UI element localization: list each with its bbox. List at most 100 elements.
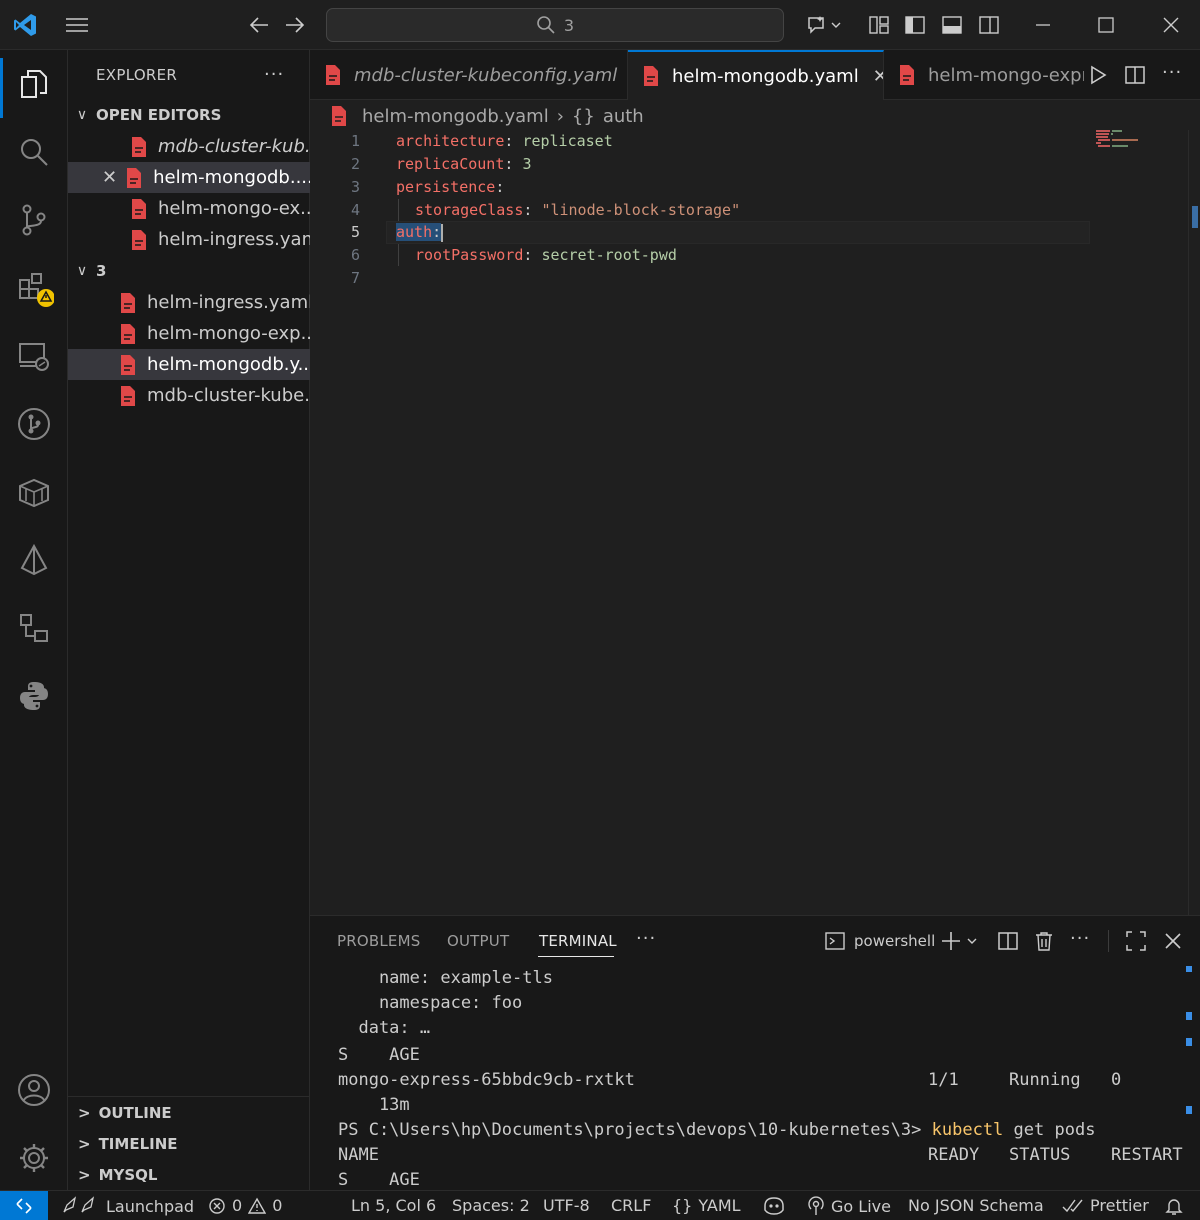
panel-more-icon[interactable]: ··· <box>636 928 656 949</box>
close-panel-icon[interactable] <box>1162 930 1184 952</box>
language-mode-status[interactable]: {} YAML <box>672 1196 741 1215</box>
close-window-icon[interactable] <box>1156 10 1186 40</box>
file-tree-item[interactable]: helm-ingress.yaml <box>68 287 310 318</box>
terminal-shell-selector[interactable]: powershell <box>824 930 935 952</box>
problems-status[interactable]: 0 0 <box>208 1196 282 1215</box>
menu-icon[interactable] <box>62 10 92 40</box>
outline-section[interactable]: > OUTLINE <box>78 1104 172 1122</box>
open-editor-item[interactable]: mdb-cluster-kub... <box>68 131 310 162</box>
python-icon[interactable] <box>14 676 54 716</box>
current-line-highlight <box>386 221 1090 244</box>
code-line: replicaCount: 3 <box>396 155 532 173</box>
vertical-scrollbar[interactable] <box>1188 130 1200 915</box>
more-actions-icon[interactable]: ··· <box>264 64 284 85</box>
terminal-line: NAME <box>338 1145 379 1165</box>
terminal-scrollbar[interactable] <box>1186 966 1192 1186</box>
customize-layout-icon[interactable] <box>864 10 894 40</box>
accounts-icon[interactable] <box>14 1070 54 1110</box>
database-explorer-icon[interactable] <box>14 608 54 648</box>
toggle-panel-icon[interactable] <box>937 10 967 40</box>
tab-output[interactable]: OUTPUT <box>447 932 509 950</box>
toggle-primary-sidebar-icon[interactable] <box>900 10 930 40</box>
trash-icon[interactable] <box>1033 930 1055 952</box>
launchpad-status[interactable]: Launchpad <box>60 1196 194 1216</box>
minimap[interactable] <box>1096 130 1156 150</box>
encoding-status[interactable]: UTF-8 <box>543 1196 590 1215</box>
yaml-file-icon <box>644 66 658 86</box>
timeline-section[interactable]: > TIMELINE <box>78 1135 178 1153</box>
open-editors-header[interactable]: ∨ OPEN EDITORS <box>68 100 310 130</box>
indentation-status[interactable]: Spaces: 2 <box>452 1196 530 1215</box>
breadcrumb-symbol[interactable]: auth <box>603 106 644 127</box>
run-icon[interactable] <box>1088 64 1108 86</box>
tab-helm-mongodb[interactable]: helm-mongodb.yaml ✕ <box>628 50 884 100</box>
file-tree-item-selected[interactable]: helm-mongodb.y... <box>68 349 310 380</box>
copilot-icon[interactable] <box>804 10 844 40</box>
docker-containers-icon[interactable] <box>14 472 54 512</box>
open-editor-item[interactable]: helm-mongo-ex... <box>68 193 310 224</box>
command-center-search[interactable]: 3 <box>326 8 784 42</box>
split-editor-icon[interactable] <box>1124 64 1146 86</box>
yaml-file-icon <box>332 106 346 126</box>
notifications-bell-icon[interactable] <box>1164 1196 1184 1216</box>
cursor-position-status[interactable]: Ln 5, Col 6 <box>351 1196 436 1215</box>
line-number: 3 <box>350 178 360 196</box>
more-actions-icon[interactable]: ··· <box>1162 62 1182 83</box>
file-tree-item[interactable]: mdb-cluster-kube... <box>68 380 310 411</box>
mysql-section[interactable]: > MYSQL <box>78 1166 157 1184</box>
breadcrumb-file[interactable]: helm-mongodb.yaml <box>362 106 549 127</box>
tab-mdb-cluster-kubeconfig[interactable]: mdb-cluster-kubeconfig.yaml ✕ <box>310 50 628 100</box>
yaml-file-icon <box>132 229 146 250</box>
double-check-icon <box>1062 1199 1083 1212</box>
activity-bar <box>0 50 68 1190</box>
terminal-prompt-line: PS C:\Users\hp\Documents\projects\devops… <box>338 1120 1096 1140</box>
yaml-file-icon <box>326 65 340 85</box>
maximize-icon[interactable] <box>1091 10 1121 40</box>
tab-terminal[interactable]: TERMINAL <box>539 932 617 950</box>
gitlens-icon[interactable] <box>14 404 54 444</box>
close-tab-icon[interactable]: ✕ <box>873 66 883 87</box>
yaml-file-icon <box>132 136 146 157</box>
go-live-status[interactable]: Go Live <box>807 1196 891 1216</box>
tab-helm-mongo-express[interactable]: helm-mongo-expr <box>884 50 1084 100</box>
settings-gear-icon[interactable] <box>14 1138 54 1178</box>
vscode-logo-icon[interactable] <box>10 10 40 40</box>
open-editor-item-active[interactable]: ✕ helm-mongodb.... <box>68 162 310 193</box>
yaml-file-icon <box>121 354 135 375</box>
toggle-secondary-sidebar-icon[interactable] <box>974 10 1004 40</box>
file-tree-item[interactable]: helm-mongo-exp... <box>68 318 310 349</box>
remote-indicator[interactable] <box>0 1191 48 1220</box>
copilot-status[interactable] <box>762 1196 786 1216</box>
terminal-header-status: STATUS <box>1009 1145 1071 1165</box>
prettier-status[interactable]: Prettier <box>1062 1196 1149 1215</box>
source-control-icon[interactable] <box>14 200 54 240</box>
search-icon[interactable] <box>14 132 54 172</box>
extensions-icon[interactable] <box>14 268 54 308</box>
chevron-down-icon: ∨ <box>76 263 88 279</box>
new-terminal-icon[interactable] <box>940 930 980 952</box>
yaml-file-icon <box>132 198 146 219</box>
folder-header[interactable]: ∨ 3 <box>68 256 310 286</box>
eol-status[interactable]: CRLF <box>611 1196 651 1215</box>
remote-explorer-icon[interactable] <box>14 336 54 376</box>
terminal-more-icon[interactable]: ··· <box>1070 928 1090 949</box>
open-editor-item[interactable]: helm-ingress.yaml <box>68 224 310 255</box>
back-arrow-icon[interactable] <box>244 10 274 40</box>
terminal-pod-status: Running <box>1009 1070 1081 1090</box>
tab-problems[interactable]: PROBLEMS <box>337 932 420 950</box>
active-view-indicator <box>0 58 3 118</box>
minimize-icon[interactable] <box>1028 10 1058 40</box>
close-icon[interactable]: ✕ <box>102 167 117 188</box>
split-terminal-icon[interactable] <box>997 930 1019 952</box>
explorer-icon[interactable] <box>14 64 54 104</box>
maximize-panel-icon[interactable] <box>1125 930 1147 952</box>
explorer-sidebar: EXPLORER ··· ∨ OPEN EDITORS mdb-cluster-… <box>68 50 310 1190</box>
line-number: 6 <box>350 246 360 264</box>
forward-arrow-icon[interactable] <box>280 10 310 40</box>
chevron-right-icon: › <box>556 105 564 127</box>
terminal-line: namespace: foo <box>338 993 523 1013</box>
braces-icon: {} <box>672 1196 693 1215</box>
json-schema-status[interactable]: No JSON Schema <box>908 1196 1044 1215</box>
code-editor[interactable]: 1 2 3 4 5 6 7 architecture: replicaset r… <box>310 130 1200 915</box>
prisma-icon[interactable] <box>14 540 54 580</box>
